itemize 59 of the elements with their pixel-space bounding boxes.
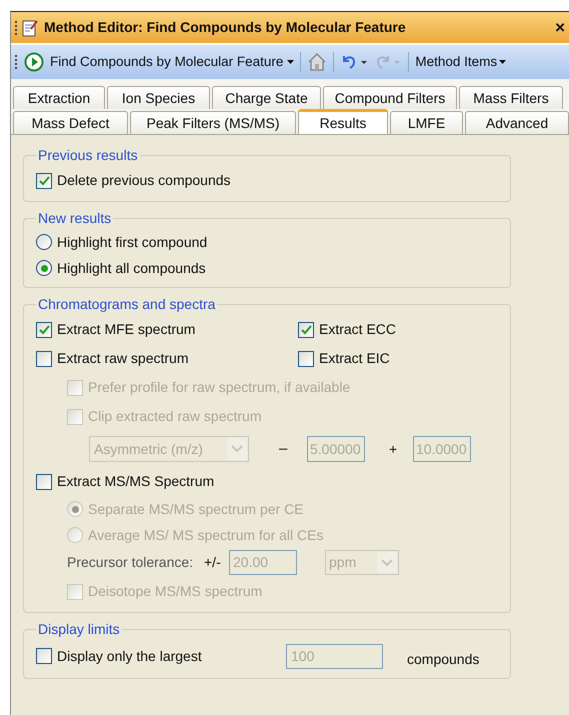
group-title: Chromatograms and spectra [37,295,216,314]
checkbox-label: Extract MS/MS Spectrum [57,472,214,491]
radio-label: Average MS/ MS spectrum for all CEs [88,526,324,545]
tab[interactable]: Results [298,109,388,134]
tab[interactable]: Advanced [465,111,569,134]
plus-sign: + [389,440,398,458]
window-title: Method Editor: Find Compounds by Molecular Feature [44,18,406,37]
group-title: New results [37,209,112,228]
checkbox-label: Extract MFE spectrum [57,320,196,339]
precursor-tolerance-label: Precursor tolerance: [67,553,194,572]
checkbox[interactable] [36,648,52,664]
tab[interactable]: Charge State [212,86,321,109]
tab[interactable]: Extraction [13,86,105,109]
checkbox[interactable] [36,350,52,366]
checkbox-label: Prefer profile for raw spectrum, if available [88,378,350,397]
grip-icon [15,55,18,69]
checkbox-label: Extract raw spectrum [57,349,188,368]
compounds-label: compounds [407,650,480,669]
method-items-menu[interactable]: Method Items [415,52,506,72]
radio-button[interactable] [36,234,52,250]
method-dropdown-button[interactable]: Find Compounds by Molecular Feature [50,52,294,72]
caret-icon [499,60,506,64]
tab[interactable]: Mass Filters [459,86,563,109]
checkmark-icon [38,324,50,334]
chevron-down-icon [227,438,247,460]
checkbox-label: Delete previous compounds [57,171,231,190]
chevron-down-icon [377,552,397,573]
radio-button[interactable] [36,260,52,276]
close-button[interactable]: × [555,19,565,36]
checkbox[interactable] [36,322,52,338]
group-title: Display limits [37,620,121,639]
radio-label: Separate MS/MS spectrum per CE [88,500,304,519]
caret-icon [287,60,294,64]
checkmark-icon [300,324,312,334]
notepad-pencil-icon [22,18,38,36]
checkbox-label: Extract EIC [319,349,390,368]
grip-icon [15,20,18,34]
checkbox[interactable] [36,172,52,188]
radio-label: Highlight first compound [57,232,208,252]
checkbox-label: Display only the largest [57,646,202,666]
checkbox-label: Extract ECC [319,320,396,339]
checkbox-label: Deisotope MS/MS spectrum [88,582,262,601]
tab[interactable]: LMFE [390,111,463,134]
undo-icon[interactable] [340,53,368,71]
tab[interactable]: Peak Filters (MS/MS) [130,111,296,134]
checkbox[interactable] [298,322,314,338]
tab[interactable]: Ion Species [107,86,210,109]
tab[interactable]: Mass Defect [13,111,128,134]
checkmark-icon [38,176,50,186]
plus-minus-sign: +/- [204,553,222,572]
play-icon [24,52,44,72]
minus-sign: – [279,438,288,459]
group-title: Previous results [37,146,139,165]
tab[interactable]: Compound Filters [323,86,457,109]
radio-label: Highlight all compounds [57,258,206,278]
checkbox[interactable] [36,474,52,490]
checkbox[interactable] [298,350,314,366]
home-icon[interactable] [307,52,328,72]
checkbox-label: Clip extracted raw spectrum [88,407,262,426]
